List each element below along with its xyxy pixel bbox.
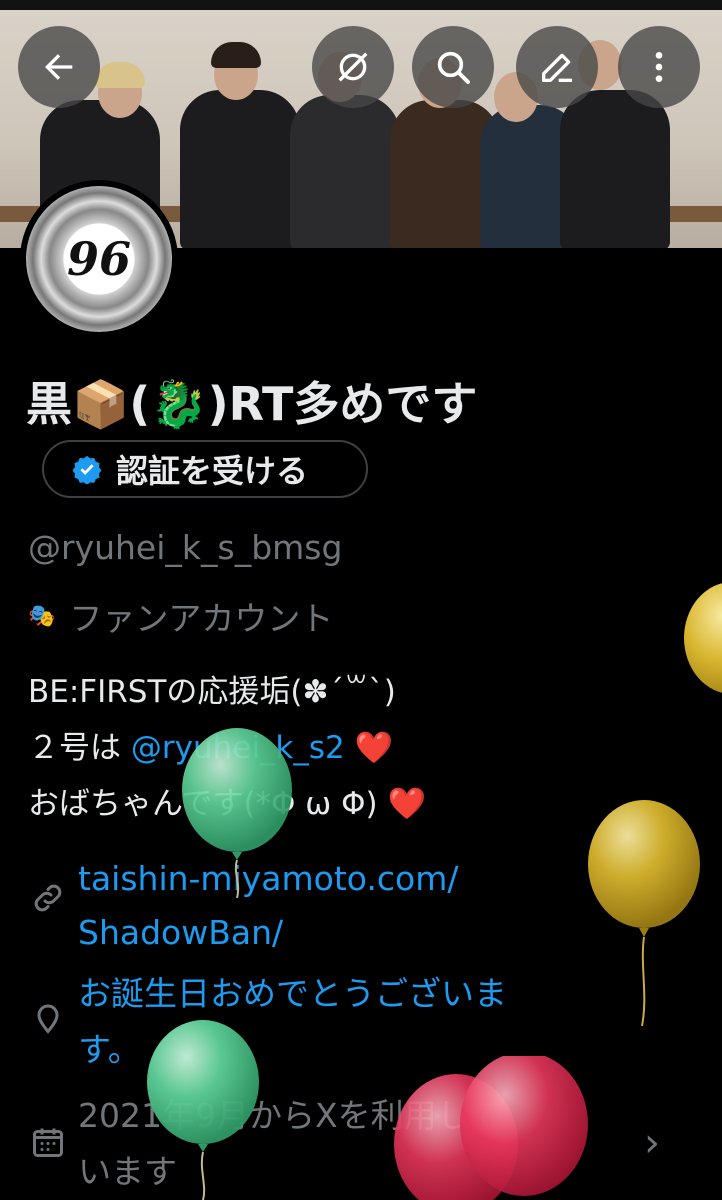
- get-verified-button[interactable]: 認証を受ける: [42, 440, 368, 498]
- green-balloon: [182, 728, 292, 898]
- banner-figure-hair: [95, 62, 145, 88]
- search-icon: [437, 51, 470, 84]
- banner-figure: [180, 90, 300, 248]
- get-verified-label: 認証を受ける: [116, 452, 309, 490]
- profile-avatar[interactable]: 96: [20, 180, 178, 338]
- display-name: 黒📦(🐉)RT多めです: [26, 377, 478, 431]
- heart-emoji: ❤️: [387, 786, 427, 822]
- banner-figure: [560, 90, 670, 248]
- banner-figure: [290, 95, 400, 248]
- back-button[interactable]: [18, 26, 100, 108]
- more-vertical-icon: [655, 52, 663, 82]
- no-bell-icon: [338, 52, 368, 82]
- yellow-balloon: [588, 800, 700, 1026]
- edit-icon: [542, 53, 572, 83]
- location-pin-icon: [37, 1004, 59, 1034]
- pink-balloons: [394, 1056, 588, 1200]
- profile-category: 🎭 ファンアカウント: [28, 592, 333, 640]
- heart-emoji: ❤️: [354, 730, 394, 766]
- avatar-number: 96: [66, 232, 131, 286]
- verified-badge-icon: [72, 455, 102, 484]
- notifications-off-button[interactable]: [312, 26, 394, 108]
- search-button[interactable]: [412, 26, 494, 108]
- link-icon: [34, 884, 62, 912]
- avatar-emblem: 96: [26, 186, 172, 332]
- more-options-button[interactable]: [618, 26, 700, 108]
- yellow-balloon: [684, 583, 722, 693]
- username-handle: @ryuhei_k_s_bmsg: [28, 528, 343, 567]
- chevron-right-icon[interactable]: ›: [644, 1120, 660, 1166]
- edit-profile-button[interactable]: [516, 26, 598, 108]
- location-line: お誕生日おめでとうございま: [78, 974, 507, 1013]
- bio-line: BE:FIRSTの応援垢(✽´꒳`): [28, 674, 396, 710]
- banner-figure-hair: [211, 42, 261, 68]
- arrow-left-icon: [45, 54, 73, 80]
- status-bar: [0, 0, 722, 10]
- performing-arts-icon: 🎭: [28, 603, 56, 629]
- calendar-icon: [33, 1128, 63, 1157]
- website-link-line: ShadowBan/: [78, 913, 284, 952]
- green-balloon: [147, 1020, 259, 1200]
- bio-text: ２号は: [28, 730, 131, 766]
- category-label: ファンアカウント: [69, 599, 334, 638]
